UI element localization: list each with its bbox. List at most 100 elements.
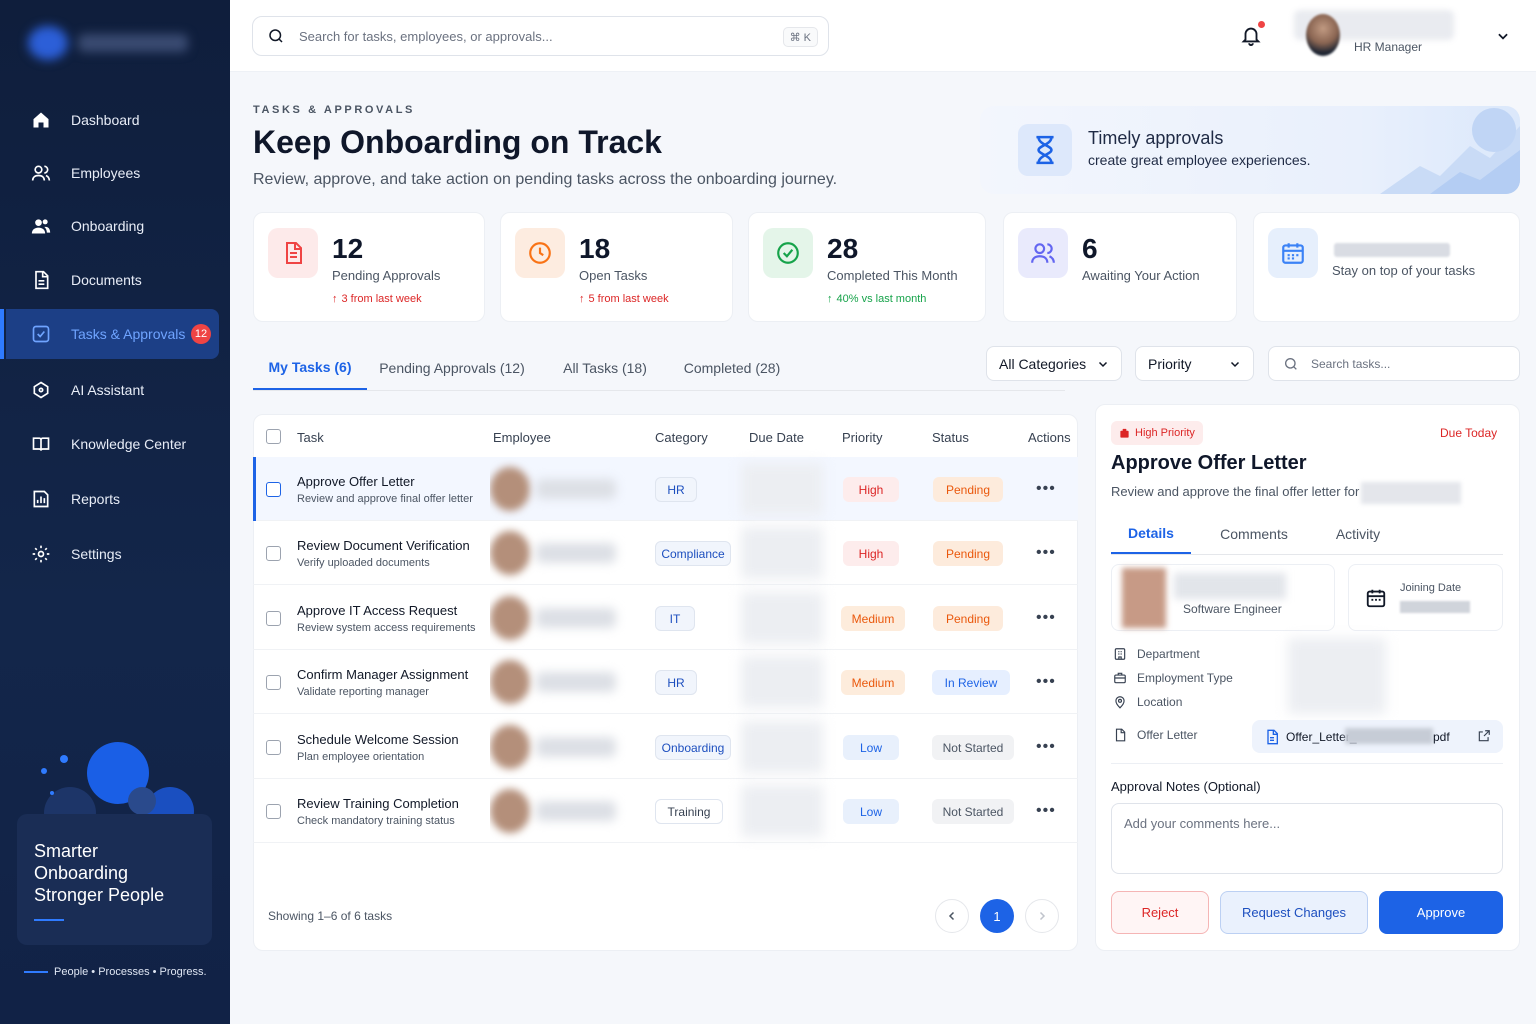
task-desc: Plan employee orientation — [297, 751, 425, 763]
row-checkbox[interactable] — [266, 740, 281, 755]
tab-activity[interactable]: Activity — [1326, 514, 1390, 554]
table-row[interactable]: Approve Offer Letter Review and approve … — [253, 457, 1078, 521]
stat-value: 6 — [1082, 233, 1098, 264]
row-checkbox[interactable] — [266, 804, 281, 819]
table-row[interactable]: Approve IT Access Request Review system … — [253, 586, 1078, 650]
arrow-up-icon: ↑ — [332, 293, 338, 305]
employee-redacted — [490, 715, 630, 779]
column-header-due-date[interactable]: Due Date — [749, 430, 804, 445]
stat-card-pending-approvals[interactable]: 12 Pending Approvals ↑ 3 from last week — [253, 212, 485, 322]
chevron-down-icon[interactable] — [1496, 29, 1510, 43]
sidebar-item-tasks-approvals[interactable]: Tasks & Approvals 12 — [0, 309, 219, 359]
tab-pending-approvals[interactable]: Pending Approvals (12) — [377, 346, 527, 390]
sidebar-item-employees[interactable]: Employees — [0, 148, 230, 198]
sidebar-item-reports[interactable]: Reports — [0, 474, 230, 524]
tab-details[interactable]: Details — [1111, 514, 1191, 554]
table-row[interactable]: Review Training Completion Check mandato… — [253, 779, 1078, 843]
task-search-input[interactable]: Search tasks... — [1268, 346, 1520, 381]
document-alert-icon — [268, 228, 318, 278]
approval-notes-placeholder: Add your comments here... — [1124, 816, 1281, 831]
category-badge: Onboarding — [655, 735, 731, 760]
prev-page-button[interactable] — [935, 899, 969, 933]
tab-all-tasks[interactable]: All Tasks (18) — [555, 346, 655, 390]
joining-date-redacted — [1400, 601, 1470, 613]
next-page-button[interactable] — [1025, 899, 1059, 933]
stat-delta-text: 5 from last week — [588, 293, 669, 305]
top-bar: Search for tasks, employees, or approval… — [230, 0, 1536, 72]
detail-divider — [1111, 763, 1503, 764]
table-row[interactable]: Schedule Welcome Session Plan employee o… — [253, 715, 1078, 779]
external-link-icon[interactable] — [1477, 729, 1491, 743]
stat-card-calendar[interactable]: Stay on top of your tasks — [1253, 212, 1520, 322]
chevron-left-icon — [946, 910, 958, 922]
priority-dropdown[interactable]: Priority — [1135, 346, 1254, 381]
column-header-employee[interactable]: Employee — [493, 430, 551, 445]
column-header-category[interactable]: Category — [655, 430, 708, 445]
row-checkbox[interactable] — [266, 675, 281, 690]
user-group-icon — [30, 215, 52, 237]
sidebar-item-settings[interactable]: Settings — [0, 529, 230, 579]
avatar[interactable] — [1306, 14, 1340, 56]
calendar-icon — [1268, 228, 1318, 278]
status-badge: Pending — [933, 541, 1003, 566]
promo-illustration — [41, 742, 194, 825]
sidebar-item-knowledge-center[interactable]: Knowledge Center — [0, 419, 230, 469]
file-name-redacted — [1345, 728, 1433, 744]
sidebar-item-dashboard[interactable]: Dashboard — [0, 95, 230, 145]
task-desc: Verify uploaded documents — [297, 557, 430, 569]
banner-subtitle: create great employee experiences. — [1088, 152, 1311, 168]
approvals-banner: Timely approvals create great employee e… — [980, 106, 1520, 194]
task-name: Review Document Verification — [297, 538, 470, 553]
select-all-checkbox[interactable] — [266, 429, 281, 444]
more-actions-icon[interactable]: ••• — [1036, 674, 1056, 690]
more-actions-icon[interactable]: ••• — [1036, 481, 1056, 497]
global-search-input[interactable]: Search for tasks, employees, or approval… — [252, 16, 829, 56]
tab-completed[interactable]: Completed (28) — [673, 346, 791, 390]
offer-letter-file[interactable]: Offer_Letter_ pdf — [1252, 720, 1503, 753]
column-header-task[interactable]: Task — [297, 430, 324, 445]
row-checkbox[interactable] — [266, 482, 281, 497]
row-checkbox[interactable] — [266, 611, 281, 626]
banner-title: Timely approvals — [1088, 128, 1224, 148]
approve-button[interactable]: Approve — [1379, 891, 1503, 934]
column-header-priority[interactable]: Priority — [842, 430, 882, 445]
page-subtitle: Review, approve, and take action on pend… — [253, 171, 838, 188]
stat-card-completed[interactable]: 28 Completed This Month ↑ 40% vs last mon… — [748, 212, 986, 322]
more-actions-icon[interactable]: ••• — [1036, 739, 1056, 755]
sidebar-item-ai-assistant[interactable]: AI Assistant — [0, 365, 230, 415]
stat-card-open-tasks[interactable]: 18 Open Tasks ↑ 5 from last week — [500, 212, 733, 322]
task-name: Approve IT Access Request — [297, 603, 458, 618]
detail-description: Review and approve the final offer lette… — [1111, 484, 1360, 499]
more-actions-icon[interactable]: ••• — [1036, 545, 1056, 561]
page-1-button[interactable]: 1 — [980, 899, 1014, 933]
employee-card[interactable]: Software Engineer — [1111, 564, 1335, 631]
table-row[interactable]: Review Document Verification Verify uplo… — [253, 521, 1078, 585]
more-actions-icon[interactable]: ••• — [1036, 803, 1056, 819]
briefcase-icon — [1113, 671, 1127, 685]
reports-icon — [30, 488, 52, 510]
task-desc: Check mandatory training status — [297, 815, 455, 827]
location-pin-icon — [1113, 695, 1127, 709]
location-label: Location — [1137, 695, 1183, 709]
category-dropdown-value: All Categories — [999, 355, 1087, 372]
app-logo[interactable] — [28, 26, 198, 60]
request-changes-button[interactable]: Request Changes — [1220, 891, 1368, 934]
more-actions-icon[interactable]: ••• — [1036, 610, 1056, 626]
stat-card-awaiting-action[interactable]: 6 Awaiting Your Action — [1003, 212, 1237, 322]
reject-button[interactable]: Reject — [1111, 891, 1209, 934]
table-row[interactable]: Confirm Manager Assignment Validate repo… — [253, 650, 1078, 714]
high-priority-label: High Priority — [1135, 427, 1195, 439]
detail-title: Approve Offer Letter — [1111, 452, 1307, 474]
tab-comments[interactable]: Comments — [1212, 514, 1296, 554]
column-header-status[interactable]: Status — [932, 430, 969, 445]
approval-notes-input[interactable]: Add your comments here... — [1111, 803, 1503, 874]
sidebar-item-documents[interactable]: Documents — [0, 255, 230, 305]
tab-my-tasks[interactable]: My Tasks (6) — [253, 346, 367, 390]
pdf-file-icon — [1264, 729, 1280, 745]
user-role: HR Manager — [1354, 40, 1423, 54]
row-checkbox[interactable] — [266, 546, 281, 561]
sidebar-item-onboarding[interactable]: Onboarding — [0, 201, 230, 251]
category-badge: HR — [655, 670, 697, 695]
sidebar-item-label: Dashboard — [71, 112, 140, 128]
category-dropdown[interactable]: All Categories — [986, 346, 1122, 381]
